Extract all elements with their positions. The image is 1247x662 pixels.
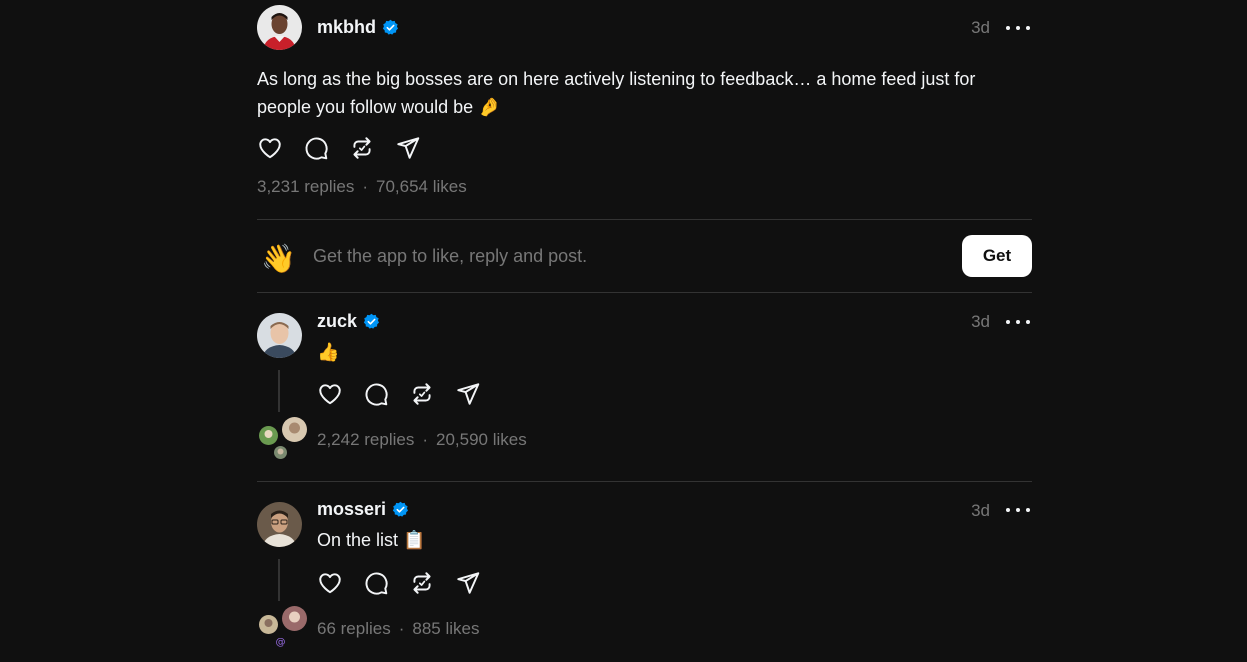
avatar[interactable] xyxy=(257,5,302,50)
post-stats: 3,231 replies · 70,654 likes xyxy=(257,177,467,197)
comment-icon[interactable] xyxy=(303,135,329,161)
post-text: As long as the big bosses are on here ac… xyxy=(257,69,976,117)
reply-count[interactable]: 66 replies xyxy=(317,619,391,639)
post-time: 3d xyxy=(971,312,990,331)
separator: · xyxy=(362,177,369,196)
waving-hand-icon: 👋 xyxy=(261,243,296,274)
username-row: mkbhd xyxy=(317,17,399,38)
username[interactable]: mkbhd xyxy=(317,17,376,38)
threads-logo-icon: @ xyxy=(272,633,289,650)
verified-badge-icon xyxy=(363,313,380,329)
username-row: mosseri xyxy=(317,499,409,520)
post-time: 3d xyxy=(971,501,990,520)
post-text: 👍 xyxy=(317,342,340,362)
heart-icon[interactable] xyxy=(257,135,283,161)
username-row: zuck xyxy=(317,311,380,332)
reply-count[interactable]: 2,242 replies xyxy=(317,430,414,450)
thread-line xyxy=(278,370,280,412)
repost-icon[interactable] xyxy=(349,135,375,161)
avatar[interactable] xyxy=(257,313,302,358)
repost-icon[interactable] xyxy=(409,381,435,407)
like-count[interactable]: 70,654 likes xyxy=(376,177,467,197)
replier-avatar xyxy=(272,444,289,461)
post-actions xyxy=(317,381,481,407)
post-actions xyxy=(317,570,481,596)
replier-avatar xyxy=(280,604,309,633)
send-icon[interactable] xyxy=(395,135,421,161)
comment-icon[interactable] xyxy=(363,381,389,407)
like-count[interactable]: 20,590 likes xyxy=(436,430,527,450)
more-icon[interactable] xyxy=(1006,312,1030,332)
thread-line xyxy=(278,559,280,601)
heart-icon[interactable] xyxy=(317,381,343,407)
post-text: On the list 📋 xyxy=(317,530,426,550)
divider xyxy=(257,292,1032,293)
verified-badge-icon xyxy=(392,501,409,517)
send-icon[interactable] xyxy=(455,381,481,407)
separator: · xyxy=(422,430,429,449)
send-icon[interactable] xyxy=(455,570,481,596)
post-time: 3d xyxy=(971,18,990,37)
avatar[interactable] xyxy=(257,502,302,547)
heart-icon[interactable] xyxy=(317,570,343,596)
get-app-banner: 👋 Get the app to like, reply and post. G… xyxy=(257,220,1032,292)
divider xyxy=(257,481,1032,482)
separator: · xyxy=(398,619,405,638)
post-stats: 66 replies · 885 likes xyxy=(317,619,480,639)
replier-avatar xyxy=(280,415,309,444)
like-count[interactable]: 885 likes xyxy=(412,619,479,639)
reply-count[interactable]: 3,231 replies xyxy=(257,177,354,197)
get-app-text: Get the app to like, reply and post. xyxy=(313,246,588,266)
verified-badge-icon xyxy=(382,19,399,35)
more-icon[interactable] xyxy=(1006,18,1030,38)
post-stats: 2,242 replies · 20,590 likes xyxy=(317,430,527,450)
more-icon[interactable] xyxy=(1006,500,1030,520)
comment-icon[interactable] xyxy=(363,570,389,596)
post-actions xyxy=(257,135,421,161)
username[interactable]: zuck xyxy=(317,311,357,332)
get-app-button[interactable]: Get xyxy=(962,235,1032,277)
username[interactable]: mosseri xyxy=(317,499,386,520)
svg-text:@: @ xyxy=(276,637,286,648)
repost-icon[interactable] xyxy=(409,570,435,596)
